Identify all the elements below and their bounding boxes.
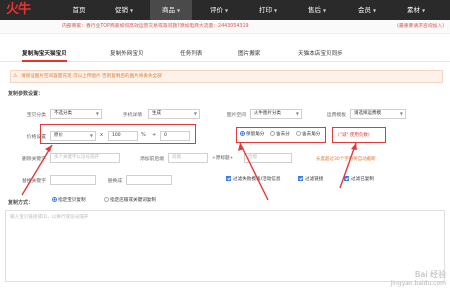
watermark-main: Bai 经验: [414, 270, 446, 279]
arrow-line-left: [21, 144, 53, 196]
arrow-line-right: [339, 142, 357, 189]
watermark-sub: jingyan.baidu.com: [390, 280, 446, 287]
watermark: Bai 经验 jingyan.baidu.com: [391, 270, 446, 288]
arrow-line-middle: [239, 142, 269, 201]
arrow-head-left: [45, 145, 52, 152]
arrow-head-right: [351, 143, 357, 150]
annotation-arrows: [21, 142, 357, 201]
